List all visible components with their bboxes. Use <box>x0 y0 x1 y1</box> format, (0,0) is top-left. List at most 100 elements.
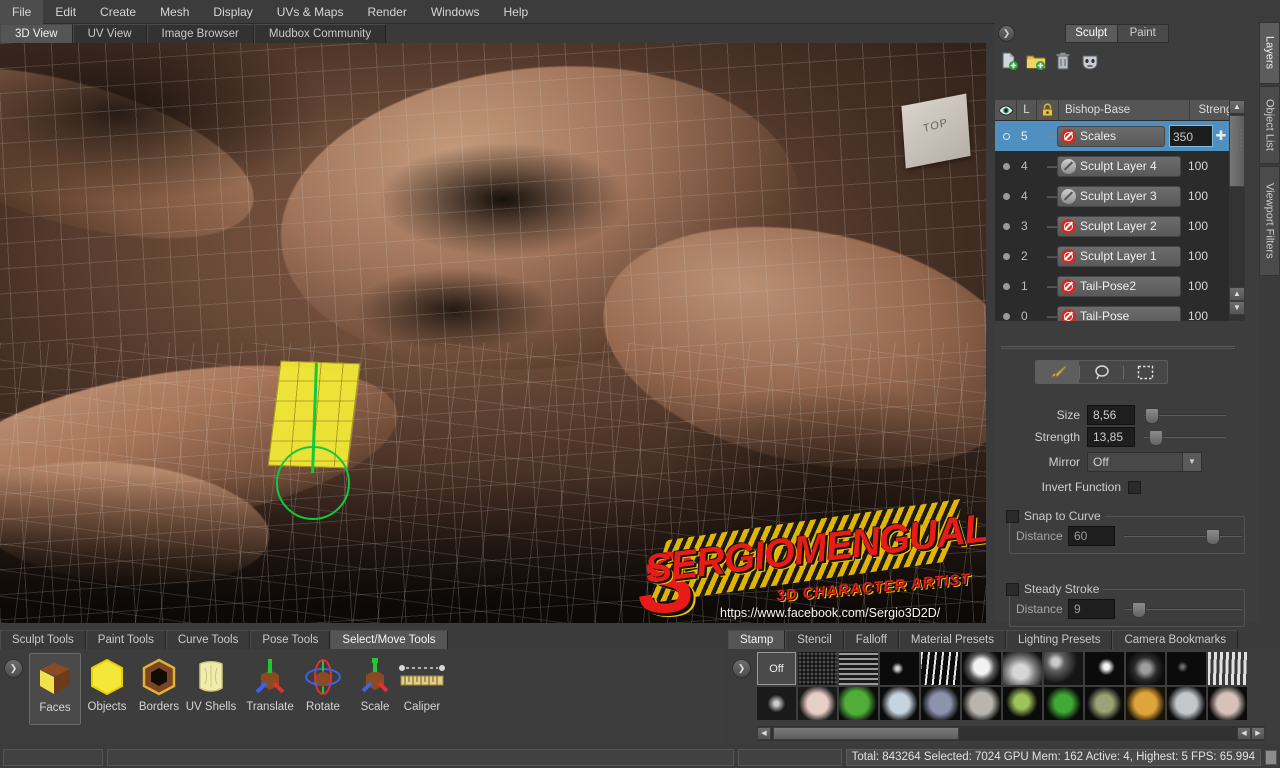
tool-objects[interactable]: Objects <box>81 653 133 725</box>
layer-visibility-toggle[interactable] <box>995 189 1017 203</box>
tab-paint-tools[interactable]: Paint Tools <box>85 630 166 649</box>
scroll-left-icon-2[interactable]: ◀ <box>1237 727 1251 740</box>
layer-strength-value[interactable]: 100 <box>1185 249 1229 263</box>
view-cube-gizmo[interactable]: TOP <box>901 93 971 169</box>
resize-grip[interactable] <box>1265 749 1277 765</box>
strength-slider[interactable] <box>1144 430 1226 446</box>
layer-chip[interactable]: Tail-Pose <box>1057 305 1181 321</box>
stamp-thumbnail[interactable] <box>798 687 837 720</box>
stamp-thumbnail[interactable] <box>1167 687 1206 720</box>
tab-stamp[interactable]: Stamp <box>728 630 786 649</box>
scroll-up-icon[interactable]: ▲ <box>1229 100 1245 114</box>
steady-stroke-checkbox[interactable] <box>1006 583 1019 596</box>
scroll-down-icon[interactable]: ▼ <box>1229 301 1245 315</box>
stamp-thumbnail[interactable] <box>880 652 919 685</box>
stamp-thumbnail[interactable] <box>757 687 796 720</box>
invert-function-checkbox[interactable] <box>1128 480 1141 494</box>
tool-borders[interactable]: Borders <box>133 653 185 725</box>
size-input[interactable]: 8,56 <box>1087 405 1135 425</box>
sculpt-paint-toggle[interactable]: Sculpt Paint <box>1065 24 1169 43</box>
stamp-thumbnail[interactable] <box>962 652 1001 685</box>
tab-curve-tools[interactable]: Curve Tools <box>165 630 251 649</box>
layer-strength-value[interactable]: 100 <box>1185 159 1229 173</box>
marquee-icon[interactable] <box>1124 361 1167 383</box>
tool-scale[interactable]: Scale <box>349 653 401 725</box>
layer-list-scroll-buttons[interactable]: ▲ ▼ <box>1229 287 1245 321</box>
brush-icon[interactable] <box>1036 361 1079 383</box>
stamp-thumbnail[interactable] <box>880 687 919 720</box>
vtab-layers[interactable]: Layers <box>1259 22 1280 84</box>
mask-icon[interactable] <box>1080 51 1100 71</box>
tab-select-move-tools[interactable]: Select/Move Tools <box>330 630 448 649</box>
tool-uv-shells[interactable]: UV Shells <box>185 653 237 725</box>
stamp-thumbnail[interactable] <box>839 687 878 720</box>
vtab-viewport-filters[interactable]: Viewport Filters <box>1259 166 1280 276</box>
toggle-paint[interactable]: Paint <box>1118 25 1169 42</box>
tool-rotate[interactable]: Rotate <box>297 653 349 725</box>
menu-item-create[interactable]: Create <box>88 0 148 24</box>
stamp-thumbnail[interactable] <box>1085 687 1124 720</box>
add-layer-icon[interactable]: ✚ <box>1213 128 1229 144</box>
layer-row-sculpt-layer-2[interactable]: 3 — Sculpt Layer 2 100 <box>995 211 1229 241</box>
tab-mudbox-community[interactable]: Mudbox Community <box>253 24 387 43</box>
stamp-thumbnail[interactable] <box>1003 652 1042 685</box>
layer-row-sculpt-layer-1[interactable]: 2 — Sculpt Layer 1 100 <box>995 241 1229 271</box>
layer-visibility-toggle[interactable] <box>995 279 1017 293</box>
layer-visibility-toggle[interactable] <box>995 159 1017 173</box>
snap-to-curve-checkbox[interactable] <box>1006 510 1019 523</box>
layer-visibility-toggle[interactable] <box>995 249 1017 263</box>
scrollbar-thumb[interactable] <box>1229 115 1245 187</box>
menu-item-windows[interactable]: Windows <box>419 0 492 24</box>
stamp-thumbnail[interactable] <box>1126 687 1165 720</box>
tab-uv-view[interactable]: UV View <box>72 24 147 43</box>
layer-chip[interactable]: Sculpt Layer 2 <box>1057 215 1181 237</box>
stamp-thumbnail[interactable] <box>1167 652 1206 685</box>
stamp-thumbnail[interactable] <box>1085 652 1124 685</box>
layer-strength-value[interactable]: 350 <box>1169 125 1213 147</box>
stamp-thumbnail[interactable] <box>1044 652 1083 685</box>
steady-distance-input[interactable]: 9 <box>1068 599 1115 619</box>
layer-row-scales[interactable]: 5 — Scales 350 ✚ <box>995 121 1229 151</box>
strength-input[interactable]: 13,85 <box>1087 427 1135 447</box>
layer-strength-value[interactable]: 100 <box>1185 279 1229 293</box>
stamp-tray-scrollbar[interactable]: ◀ ◀ ▶ <box>757 726 1265 741</box>
tab-sculpt-tools[interactable]: Sculpt Tools <box>0 630 86 649</box>
layer-row-sculpt-layer-4[interactable]: 4 — Sculpt Layer 4 100 <box>995 151 1229 181</box>
layer-chip[interactable]: Sculpt Layer 4 <box>1057 155 1181 177</box>
layer-chip[interactable]: Scales <box>1057 125 1165 147</box>
chevron-right-icon[interactable]: ❯ <box>998 25 1015 42</box>
stamp-thumbnail[interactable] <box>921 652 960 685</box>
tab-pose-tools[interactable]: Pose Tools <box>250 630 331 649</box>
layer-chip[interactable]: Sculpt Layer 1 <box>1057 245 1181 267</box>
tab-3d-view[interactable]: 3D View <box>0 24 73 43</box>
tray-expand-icon[interactable]: ❯ <box>4 659 23 678</box>
stamp-off[interactable]: Off <box>757 652 796 685</box>
toggle-sculpt[interactable]: Sculpt <box>1066 25 1117 42</box>
steady-distance-slider[interactable] <box>1124 602 1242 618</box>
scroll-right-icon[interactable]: ▶ <box>1251 727 1265 740</box>
stamp-thumbnail[interactable] <box>1126 652 1165 685</box>
stamp-thumbnail[interactable] <box>1208 687 1247 720</box>
layer-list[interactable]: 5 — Scales 350 ✚ 4 — Sculpt Layer 4 100 <box>995 121 1229 321</box>
layer-row-tail-pose2[interactable]: 1 — Tail-Pose2 100 <box>995 271 1229 301</box>
selection-mode-selector[interactable] <box>1035 360 1168 384</box>
stamp-thumbnail[interactable] <box>1208 652 1247 685</box>
stamp-thumbnail[interactable] <box>798 652 837 685</box>
tool-faces[interactable]: Faces <box>29 653 81 725</box>
stamp-tray-expand-icon[interactable]: ❯ <box>732 659 751 678</box>
layer-chip[interactable]: Sculpt Layer 3 <box>1057 185 1181 207</box>
layer-row-tail-pose[interactable]: 0 — Tail-Pose 100 <box>995 301 1229 321</box>
delete-layer-icon[interactable] <box>1053 51 1073 71</box>
tab-camera-bookmarks[interactable]: Camera Bookmarks <box>1112 630 1239 649</box>
3d-viewport[interactable]: TOP S SERGIOMENGUAL 3D CHARACTER ARTIST … <box>0 43 986 623</box>
menu-item-edit[interactable]: Edit <box>43 0 88 24</box>
tool-caliper[interactable]: Caliper <box>396 653 448 725</box>
menu-item-display[interactable]: Display <box>201 0 264 24</box>
eye-icon[interactable] <box>995 100 1017 120</box>
size-slider[interactable] <box>1144 408 1226 424</box>
tab-image-browser[interactable]: Image Browser <box>146 24 254 43</box>
menu-item-help[interactable]: Help <box>492 0 541 24</box>
chevron-down-icon[interactable]: ▼ <box>1182 453 1201 471</box>
tab-lighting-presets[interactable]: Lighting Presets <box>1005 630 1113 649</box>
stamp-thumbnail-grid[interactable]: Off <box>757 652 1277 720</box>
